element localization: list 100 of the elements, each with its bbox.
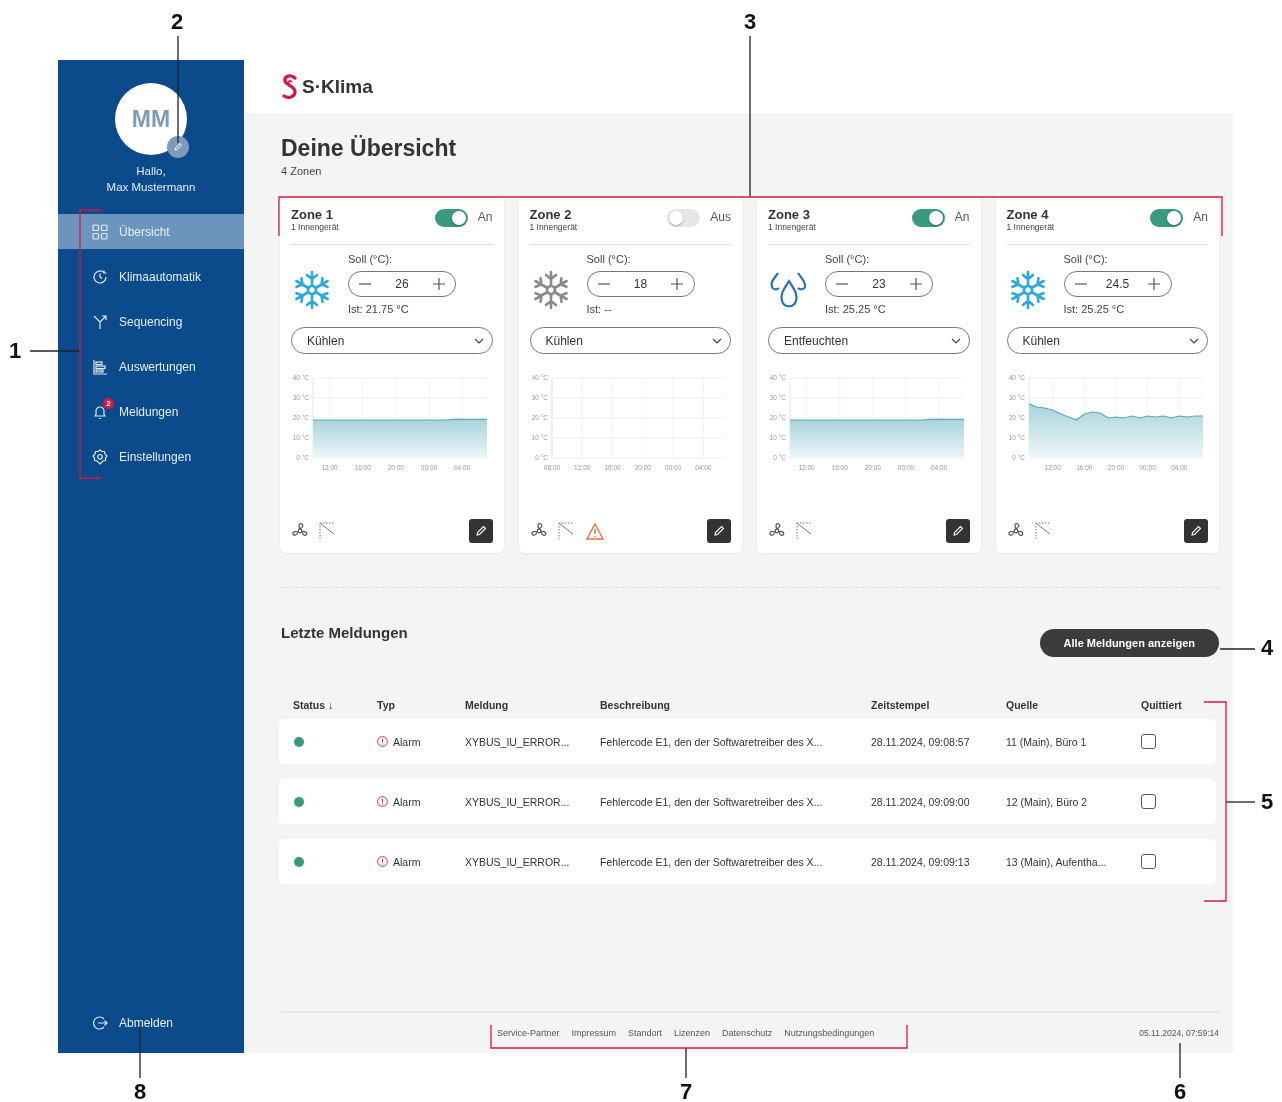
greeting: Hallo,: [135, 164, 167, 179]
edit-button[interactable]: [1184, 519, 1208, 543]
clock-icon: [92, 268, 108, 285]
column-header[interactable]: Status ↓: [293, 699, 377, 711]
increase-button[interactable]: [1146, 276, 1163, 292]
table-cell: Alarm: [393, 795, 421, 808]
nav-item[interactable]: Auswertungen: [58, 349, 244, 384]
column-header[interactable]: Quelle: [1006, 699, 1141, 711]
plus-icon: [910, 278, 922, 290]
power-label: Aus: [710, 210, 731, 224]
column-header[interactable]: Quittiert: [1141, 699, 1216, 711]
table-cell-text: 28.11.2024, 09:09:00: [871, 795, 971, 808]
zone-count: 4 Zonen: [281, 165, 323, 177]
table-cell-text: 12 (Main), Büro 2: [1006, 795, 1089, 808]
edit-button[interactable]: [707, 519, 731, 543]
message-row[interactable]: Alarm XYBUS_IU_ERROR... Fehlercode E1, den der Softwaretreiber des X... 28.11.2024, 09:08:57 11 (Main), Büro 1: [279, 719, 1216, 764]
setpoint-value: 24.5: [1105, 277, 1130, 291]
column-header[interactable]: Beschreibung: [600, 699, 871, 711]
footer-link[interactable]: Standort: [628, 1028, 663, 1038]
callout-number: 6: [1173, 1079, 1187, 1102]
footer-link[interactable]: Datenschutz: [722, 1028, 773, 1038]
power-toggle[interactable]: [667, 209, 701, 227]
setpoint-value: 26: [395, 277, 409, 291]
device-count: 1 Innengerät: [529, 222, 579, 232]
settings-icon: [92, 448, 108, 465]
table-cell-text: 28.11.2024, 09:09:13: [871, 855, 971, 868]
chevron-down-icon: [712, 337, 722, 344]
edit-button[interactable]: [468, 519, 493, 543]
pencil-icon: [173, 142, 183, 152]
callout-number: 1: [8, 338, 22, 364]
device-count: 1 Innengerät: [1006, 222, 1056, 232]
chevron-down-icon: [950, 337, 961, 344]
chevron-down-icon: [473, 337, 484, 344]
callout-line: [1179, 1042, 1181, 1079]
increase-button[interactable]: [431, 276, 447, 292]
checkbox[interactable]: [1141, 854, 1156, 869]
pencil-icon: [713, 525, 725, 537]
louver-swing-icon: [796, 522, 814, 540]
setpoint-label: Soll (°C):: [586, 253, 632, 265]
nav-item[interactable]: Einstellungen: [58, 439, 244, 474]
zone-name: Zone 2: [529, 207, 573, 222]
table-cell-text: 28.11.2024, 09:08:57: [871, 735, 971, 748]
alert-icon: [377, 856, 388, 867]
pencil-icon: [474, 525, 487, 537]
footer-link[interactable]: Lizenzen: [674, 1028, 711, 1038]
pencil-icon: [951, 525, 964, 537]
actual-temperature: Ist: 25.25 °C: [1063, 303, 1126, 315]
actual-temperature: Ist: 25.25 °C: [825, 303, 887, 315]
logout-icon: [92, 1014, 108, 1031]
louver-swing-icon: [319, 522, 337, 540]
footer-link[interactable]: Nutzungsbedingungen: [784, 1028, 875, 1038]
footer-link[interactable]: Impressum: [571, 1028, 617, 1038]
callout-number: 8: [133, 1079, 147, 1102]
increase-button[interactable]: [669, 276, 686, 292]
footer-link[interactable]: Service-Partner: [497, 1028, 560, 1038]
table-cell-text: 11 (Main), Büro 1: [1006, 735, 1088, 748]
setpoint-label: Soll (°C):: [1063, 253, 1109, 265]
edit-button[interactable]: [945, 519, 970, 543]
logo-text: S·Klima: [302, 75, 373, 98]
logout-link[interactable]: Abmelden: [58, 1005, 244, 1040]
chevron-down-icon: [1189, 337, 1199, 344]
callout-number: 4: [1260, 635, 1274, 661]
callout-number: 2: [170, 9, 184, 35]
table-cell-text: XYBUS_IU_ERROR...: [465, 735, 571, 748]
plus-icon: [433, 278, 445, 290]
setpoint-label: Soll (°C):: [348, 253, 394, 265]
checkbox[interactable]: [1141, 794, 1156, 809]
zone-name: Zone 4: [1006, 207, 1050, 222]
power-toggle[interactable]: [434, 209, 468, 227]
user-name: Max Mustermann: [105, 180, 197, 195]
checkbox[interactable]: [1141, 734, 1156, 749]
power-toggle[interactable]: [1150, 209, 1184, 227]
nav-item[interactable]: Sequencing: [58, 304, 244, 339]
column-header[interactable]: Meldung: [465, 699, 600, 711]
notification-badge: 2: [103, 397, 114, 409]
fork-arrow-icon: [92, 313, 108, 330]
message-row[interactable]: Alarm XYBUS_IU_ERROR... Fehlercode E1, den der Softwaretreiber des X... 28.11.2024, 09:09:13 13 (Main), Aufentha...: [279, 839, 1216, 884]
logo-icon: [281, 73, 299, 100]
alert-icon: [377, 796, 388, 807]
actual-temperature: Ist: 21.75 °C: [348, 303, 410, 315]
message-row[interactable]: Alarm XYBUS_IU_ERROR... Fehlercode E1, den der Softwaretreiber des X... 28.11.2024, 09:09:00 12 (Main), Büro 2: [279, 779, 1216, 824]
edit-avatar-button[interactable]: [167, 136, 189, 158]
callout-number: 3: [743, 9, 757, 35]
pencil-icon: [1190, 525, 1202, 537]
power-toggle[interactable]: [911, 209, 945, 227]
show-all-messages-button[interactable]: Alle Meldungen anzeigen: [1039, 629, 1219, 657]
grid-icon: [92, 223, 108, 240]
setpoint-label: Soll (°C):: [825, 253, 871, 265]
table-cell-text: XYBUS_IU_ERROR...: [465, 795, 571, 808]
table-cell-text: Fehlercode E1, den der Softwaretreiber des X...: [600, 855, 824, 868]
nav-item[interactable]: Klimaautomatik: [58, 259, 244, 294]
nav-item[interactable]: 2 Meldungen: [58, 394, 244, 429]
column-header[interactable]: Typ: [377, 699, 465, 711]
increase-button[interactable]: [908, 276, 924, 292]
page-title: Deine Übersicht: [281, 135, 458, 162]
callout-number: 5: [1260, 789, 1274, 815]
table-cell-text: Fehlercode E1, den der Softwaretreiber des X...: [600, 735, 824, 748]
column-header[interactable]: Zeitstempel: [871, 699, 1006, 711]
callout-line: [139, 1026, 141, 1079]
setpoint-value: 18: [633, 277, 648, 291]
